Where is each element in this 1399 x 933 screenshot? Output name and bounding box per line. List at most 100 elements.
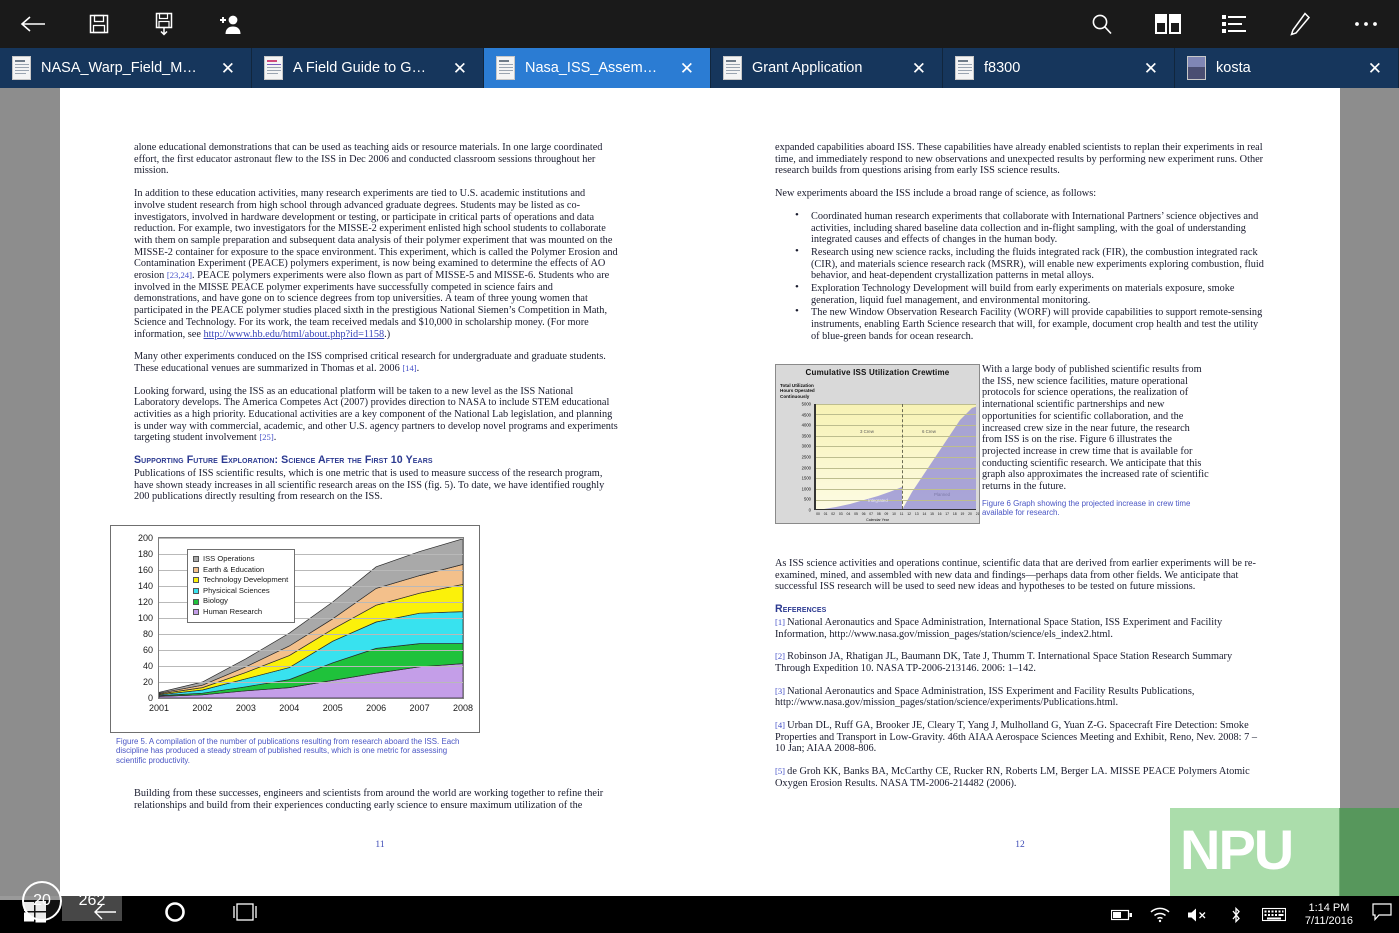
windows-taskbar: 1:14 PM 7/11/2016 <box>0 896 1399 933</box>
page-layout-button[interactable] <box>1135 0 1201 48</box>
more-options-button[interactable] <box>1333 0 1399 48</box>
gridline <box>159 634 463 635</box>
tab-grant-application[interactable]: Grant Application ✕ <box>711 48 943 88</box>
legend-swatch <box>193 598 199 605</box>
wifi-icon[interactable] <box>1141 896 1179 933</box>
save-as-button[interactable] <box>132 0 198 48</box>
x-tick-label: 15 <box>930 512 934 516</box>
tab-label: kosta <box>1216 60 1251 76</box>
figure-6-plot-area: 3 Crew 6 Crew Integrated Planned <box>814 404 976 510</box>
reference-entry: [2] Robinson JA, Rhatigan JL, Baumann DK… <box>775 651 1233 674</box>
page-number: 11 <box>375 840 385 850</box>
battery-icon[interactable] <box>1103 896 1141 933</box>
reference-number: [2] <box>775 651 788 662</box>
bluetooth-icon[interactable] <box>1217 896 1255 933</box>
reference-entry: [5] de Groh KK, Banks BA, McCarthy CE, R… <box>775 766 1250 789</box>
action-center-icon <box>1372 903 1392 926</box>
x-tick-label: 2008 <box>452 703 474 713</box>
reference-entry: [1] National Aeronautics and Space Admin… <box>775 616 1223 640</box>
document-reading-surface[interactable]: alone educational demonstrations that ca… <box>0 88 1399 921</box>
legend-item: Biology <box>193 596 288 607</box>
paragraph-text: In addition to these education activitie… <box>134 188 618 282</box>
tab-close-button[interactable]: ✕ <box>906 56 932 81</box>
tab-nasa-iss-assembly-years[interactable]: Nasa_ISS_Assemly_Years ✕ <box>484 48 711 88</box>
legend-swatch <box>193 556 199 563</box>
tab-field-guide-genetics[interactable]: A Field Guide to Genet... ✕ <box>252 48 484 88</box>
y-tick-label: 180 <box>137 549 153 559</box>
save-disk-icon <box>89 14 109 34</box>
tab-close-button[interactable]: ✕ <box>674 56 700 81</box>
left-page-text-column: alone educational demonstrations that ca… <box>134 142 618 514</box>
tab-close-button[interactable]: ✕ <box>215 56 241 81</box>
citation[interactable]: [25] <box>259 432 273 442</box>
right-page-text-column-bottom: As ISS science activities and operations… <box>775 558 1265 801</box>
tab-close-button[interactable]: ✕ <box>1362 56 1388 81</box>
list-icon <box>1222 14 1246 34</box>
legend-label: Biology <box>203 596 228 606</box>
total-page-count: 262 <box>62 881 122 921</box>
volume-muted-icon[interactable] <box>1179 896 1217 933</box>
annotate-button[interactable] <box>1267 0 1333 48</box>
legend-swatch <box>193 609 199 616</box>
external-link[interactable]: http://www.hb.edu/html/about.php?id=1158 <box>203 329 384 340</box>
app-command-bar <box>0 0 1399 48</box>
action-center-button[interactable] <box>1365 896 1399 933</box>
cortana-button[interactable] <box>140 896 210 933</box>
task-view-button[interactable] <box>210 896 280 933</box>
tab-strip: NASA_Warp_Field_Me... ✕ A Field Guide to… <box>0 48 1399 88</box>
back-button[interactable] <box>0 0 66 48</box>
tab-thumbnail-icon <box>723 56 742 80</box>
page-indicator[interactable]: 20 262 <box>22 881 122 921</box>
figure-6-y-ticks: 5000 4500 4000 3500 3000 2500 2000 1500 1000 500 0 <box>778 398 813 514</box>
system-tray: 1:14 PM 7/11/2016 <box>1103 896 1399 933</box>
figure-6-annotation-planned: Planned <box>934 492 951 497</box>
paragraph: As ISS science activities and operations… <box>775 558 1256 593</box>
paragraph-text: . <box>416 362 420 374</box>
table-of-contents-button[interactable] <box>1201 0 1267 48</box>
search-icon <box>1091 13 1113 35</box>
gridline <box>159 650 463 651</box>
tab-nasa-warp-field[interactable]: NASA_Warp_Field_Me... ✕ <box>0 48 252 88</box>
tab-close-button[interactable]: ✕ <box>447 56 473 81</box>
legend-label: Physicical Sciences <box>203 585 270 595</box>
paragraph-text: Looking forward, using the ISS as an edu… <box>134 385 618 444</box>
figure-5-chart: 0 20 40 60 80 100 120 140 160 180 200 2001 2002 2003… <box>110 525 480 733</box>
bullet-item: Coordinated human research experiments t… <box>775 210 1265 246</box>
cortana-circle-icon <box>164 901 186 928</box>
clock-date: 7/11/2016 <box>1304 914 1353 927</box>
gridline <box>159 682 463 683</box>
current-page-number: 20 <box>22 881 62 921</box>
citation[interactable]: [23,24] <box>167 270 192 280</box>
tab-kosta[interactable]: kosta ✕ <box>1175 48 1399 88</box>
tab-label: A Field Guide to Genet... <box>293 60 433 76</box>
y-tick-label: 4500 <box>801 412 811 418</box>
legend-swatch <box>193 577 199 584</box>
tab-label: Nasa_ISS_Assemly_Years <box>525 60 660 76</box>
taskbar-clock[interactable]: 1:14 PM 7/11/2016 <box>1293 902 1365 928</box>
y-tick-label: 100 <box>137 613 153 623</box>
x-tick-label: 08 <box>876 512 881 516</box>
bullet-item: Exploration Technology Development will … <box>775 282 1265 306</box>
paragraph: Publications of ISS scientific results, … <box>134 467 605 503</box>
legend-item: ISS Operations <box>193 554 288 565</box>
x-tick-label: 10 <box>892 512 896 516</box>
save-button[interactable] <box>66 0 132 48</box>
left-page-text-column-bottom: Building from these successes, engineers… <box>134 788 618 811</box>
x-tick-label: 06 <box>861 512 866 516</box>
paragraph-text: .) <box>384 328 391 340</box>
x-tick-label: 07 <box>869 512 874 516</box>
citation[interactable]: [14] <box>402 363 416 373</box>
references-list: [1] National Aeronautics and Space Admin… <box>775 617 1265 790</box>
x-tick-label: 09 <box>884 512 889 516</box>
tab-f8300[interactable]: f8300 ✕ <box>943 48 1175 88</box>
search-button[interactable] <box>1069 0 1135 48</box>
keyboard-icon[interactable] <box>1255 896 1293 933</box>
add-person-button[interactable] <box>198 0 264 48</box>
x-tick-label: 11 <box>899 512 904 516</box>
document-page-right: expanded capabilities aboard ISS. These … <box>700 88 1340 896</box>
y-tick-label: 3500 <box>801 433 811 439</box>
x-tick-label: 16 <box>937 512 942 516</box>
y-tick-label: 60 <box>142 645 153 655</box>
tab-close-button[interactable]: ✕ <box>1138 56 1164 81</box>
tab-thumbnail-icon <box>1187 56 1206 80</box>
